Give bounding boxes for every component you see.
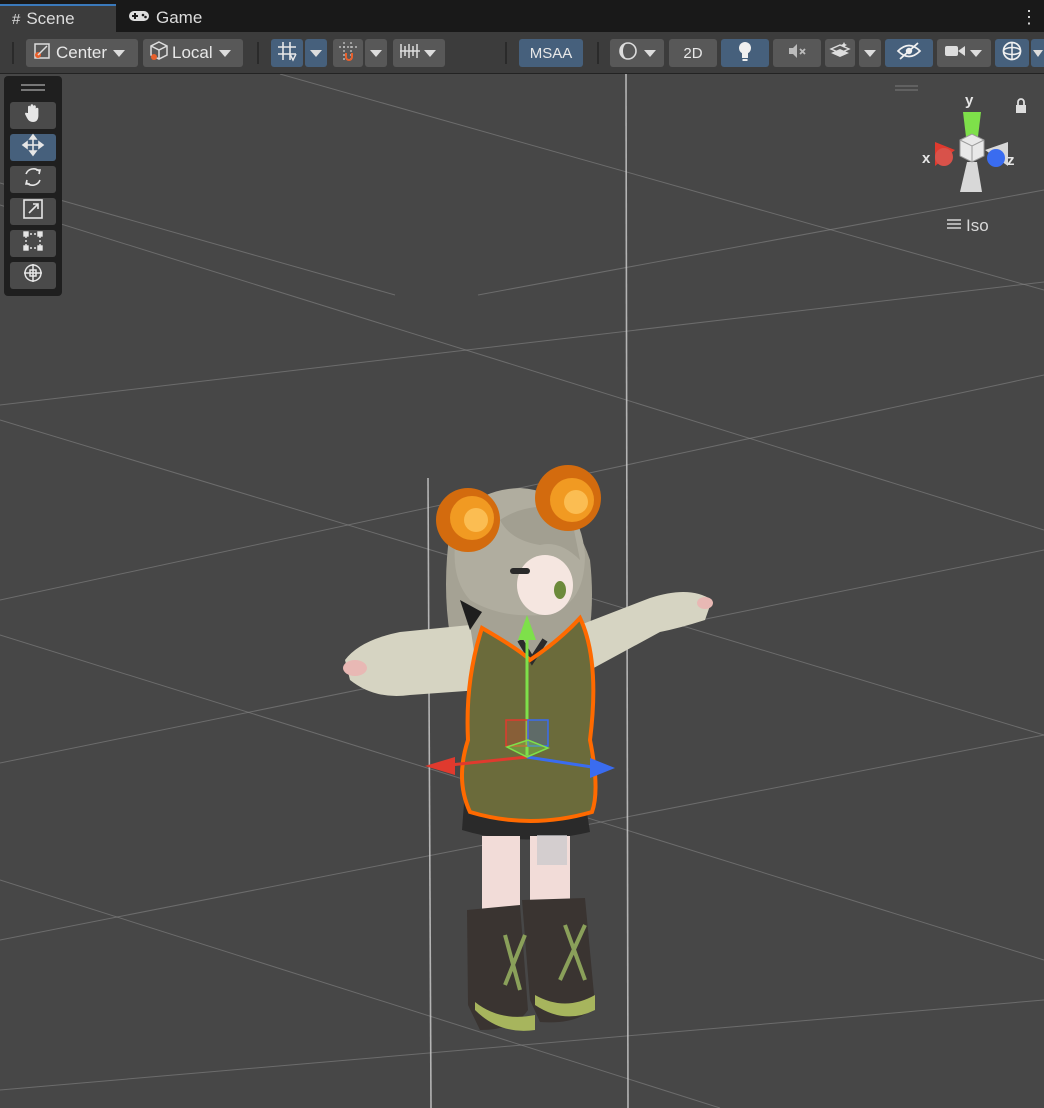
projection-toggle[interactable]: Iso (946, 216, 989, 236)
toolbar-separator (12, 42, 14, 64)
scene-audio-toggle[interactable] (773, 39, 821, 67)
hand-icon (22, 102, 44, 129)
gizmos-toggle[interactable] (995, 39, 1029, 67)
chevron-down-icon (310, 49, 322, 57)
move-tool-button[interactable] (10, 133, 56, 162)
chevron-down-icon (644, 49, 656, 57)
rect-tool-button[interactable] (10, 230, 56, 257)
lightbulb-icon (736, 40, 754, 67)
window-tab-bar: # Scene Game ⋮ (0, 0, 1044, 32)
move-arrows-icon (21, 133, 45, 162)
lock-icon[interactable] (1014, 98, 1028, 119)
chevron-down-icon (113, 49, 126, 57)
msaa-toggle[interactable]: MSAA (519, 39, 583, 67)
scene-effects-toggle[interactable] (825, 39, 855, 67)
gizmo-axis-y-label: y (965, 92, 974, 109)
gamepad-icon (128, 9, 150, 27)
more-options-icon[interactable]: ⋮ (1020, 7, 1038, 28)
toolbar-separator (597, 42, 599, 64)
grid-icon (276, 40, 298, 67)
chevron-down-icon (370, 49, 382, 57)
chevron-down-icon (970, 49, 982, 57)
hash-icon: # (12, 10, 21, 28)
transform-icon (21, 261, 45, 290)
draw-mode-dropdown[interactable] (610, 39, 664, 67)
scene-visibility-toggle[interactable] (885, 39, 933, 67)
snap-options-dropdown[interactable] (365, 39, 387, 67)
grid-options-dropdown[interactable] (305, 39, 327, 67)
pivot-center-icon (32, 41, 52, 66)
chevron-down-icon (218, 49, 231, 57)
tab-game[interactable]: Game (128, 4, 228, 32)
effects-layers-icon (829, 40, 851, 67)
gizmo-axis-z-label: z (1007, 152, 1015, 169)
chevron-down-icon (424, 49, 436, 57)
msaa-label: MSAA (529, 44, 573, 62)
gizmo-sphere-icon (1001, 40, 1023, 67)
pivot-mode-dropdown[interactable]: Center (26, 39, 138, 67)
tab-game-label: Game (156, 8, 203, 27)
grid-visibility-toggle[interactable] (271, 39, 303, 67)
scene-lighting-toggle[interactable] (721, 39, 769, 67)
grid-snapping-toggle[interactable] (333, 39, 363, 67)
local-cube-icon (148, 40, 170, 67)
2d-mode-toggle[interactable]: 2D (669, 39, 717, 67)
tools-overlay (4, 76, 62, 296)
chevron-down-icon (1032, 49, 1043, 57)
transform-tool-button[interactable] (10, 262, 56, 289)
effects-options-dropdown[interactable] (859, 39, 881, 67)
horn-left (436, 488, 500, 552)
overlay-drag-handle-line (21, 89, 45, 91)
shaded-sphere-icon (617, 40, 639, 67)
rotate-icon (21, 165, 45, 194)
audio-mute-icon (786, 41, 808, 66)
projection-label: Iso (966, 216, 989, 235)
toolbar-separator (257, 42, 259, 64)
increment-snap-dropdown[interactable] (393, 39, 445, 67)
camera-settings-dropdown[interactable] (937, 39, 991, 67)
gizmos-options-dropdown[interactable] (1031, 39, 1044, 67)
scale-tool-button[interactable] (10, 198, 56, 225)
2d-label: 2D (683, 44, 703, 62)
scene-viewport[interactable] (0, 74, 1044, 1108)
hand-tool-button[interactable] (10, 102, 56, 129)
ruler-icon (398, 41, 422, 66)
camera-icon (944, 43, 966, 64)
scale-icon (22, 198, 44, 225)
tab-scene[interactable]: # Scene (0, 4, 116, 32)
pivot-rotation-dropdown[interactable]: Local (143, 39, 243, 67)
tab-scene-label: Scene (26, 9, 75, 28)
horn-right (535, 465, 601, 531)
menu-lines-icon (946, 216, 962, 236)
chevron-down-icon (864, 49, 876, 57)
pivot-mode-label: Center (56, 43, 108, 62)
pivot-rotation-label: Local (172, 43, 213, 62)
toolbar-separator (505, 42, 507, 64)
rotate-tool-button[interactable] (10, 166, 56, 193)
overlay-drag-handle[interactable] (21, 84, 45, 86)
gizmo-axis-x-label: x (922, 150, 931, 167)
eye-hidden-icon (896, 41, 922, 66)
rect-transform-icon (22, 230, 44, 257)
scene-toolbar: Center Local MSAA 2D (0, 32, 1044, 74)
grid-snap-icon (337, 40, 359, 67)
